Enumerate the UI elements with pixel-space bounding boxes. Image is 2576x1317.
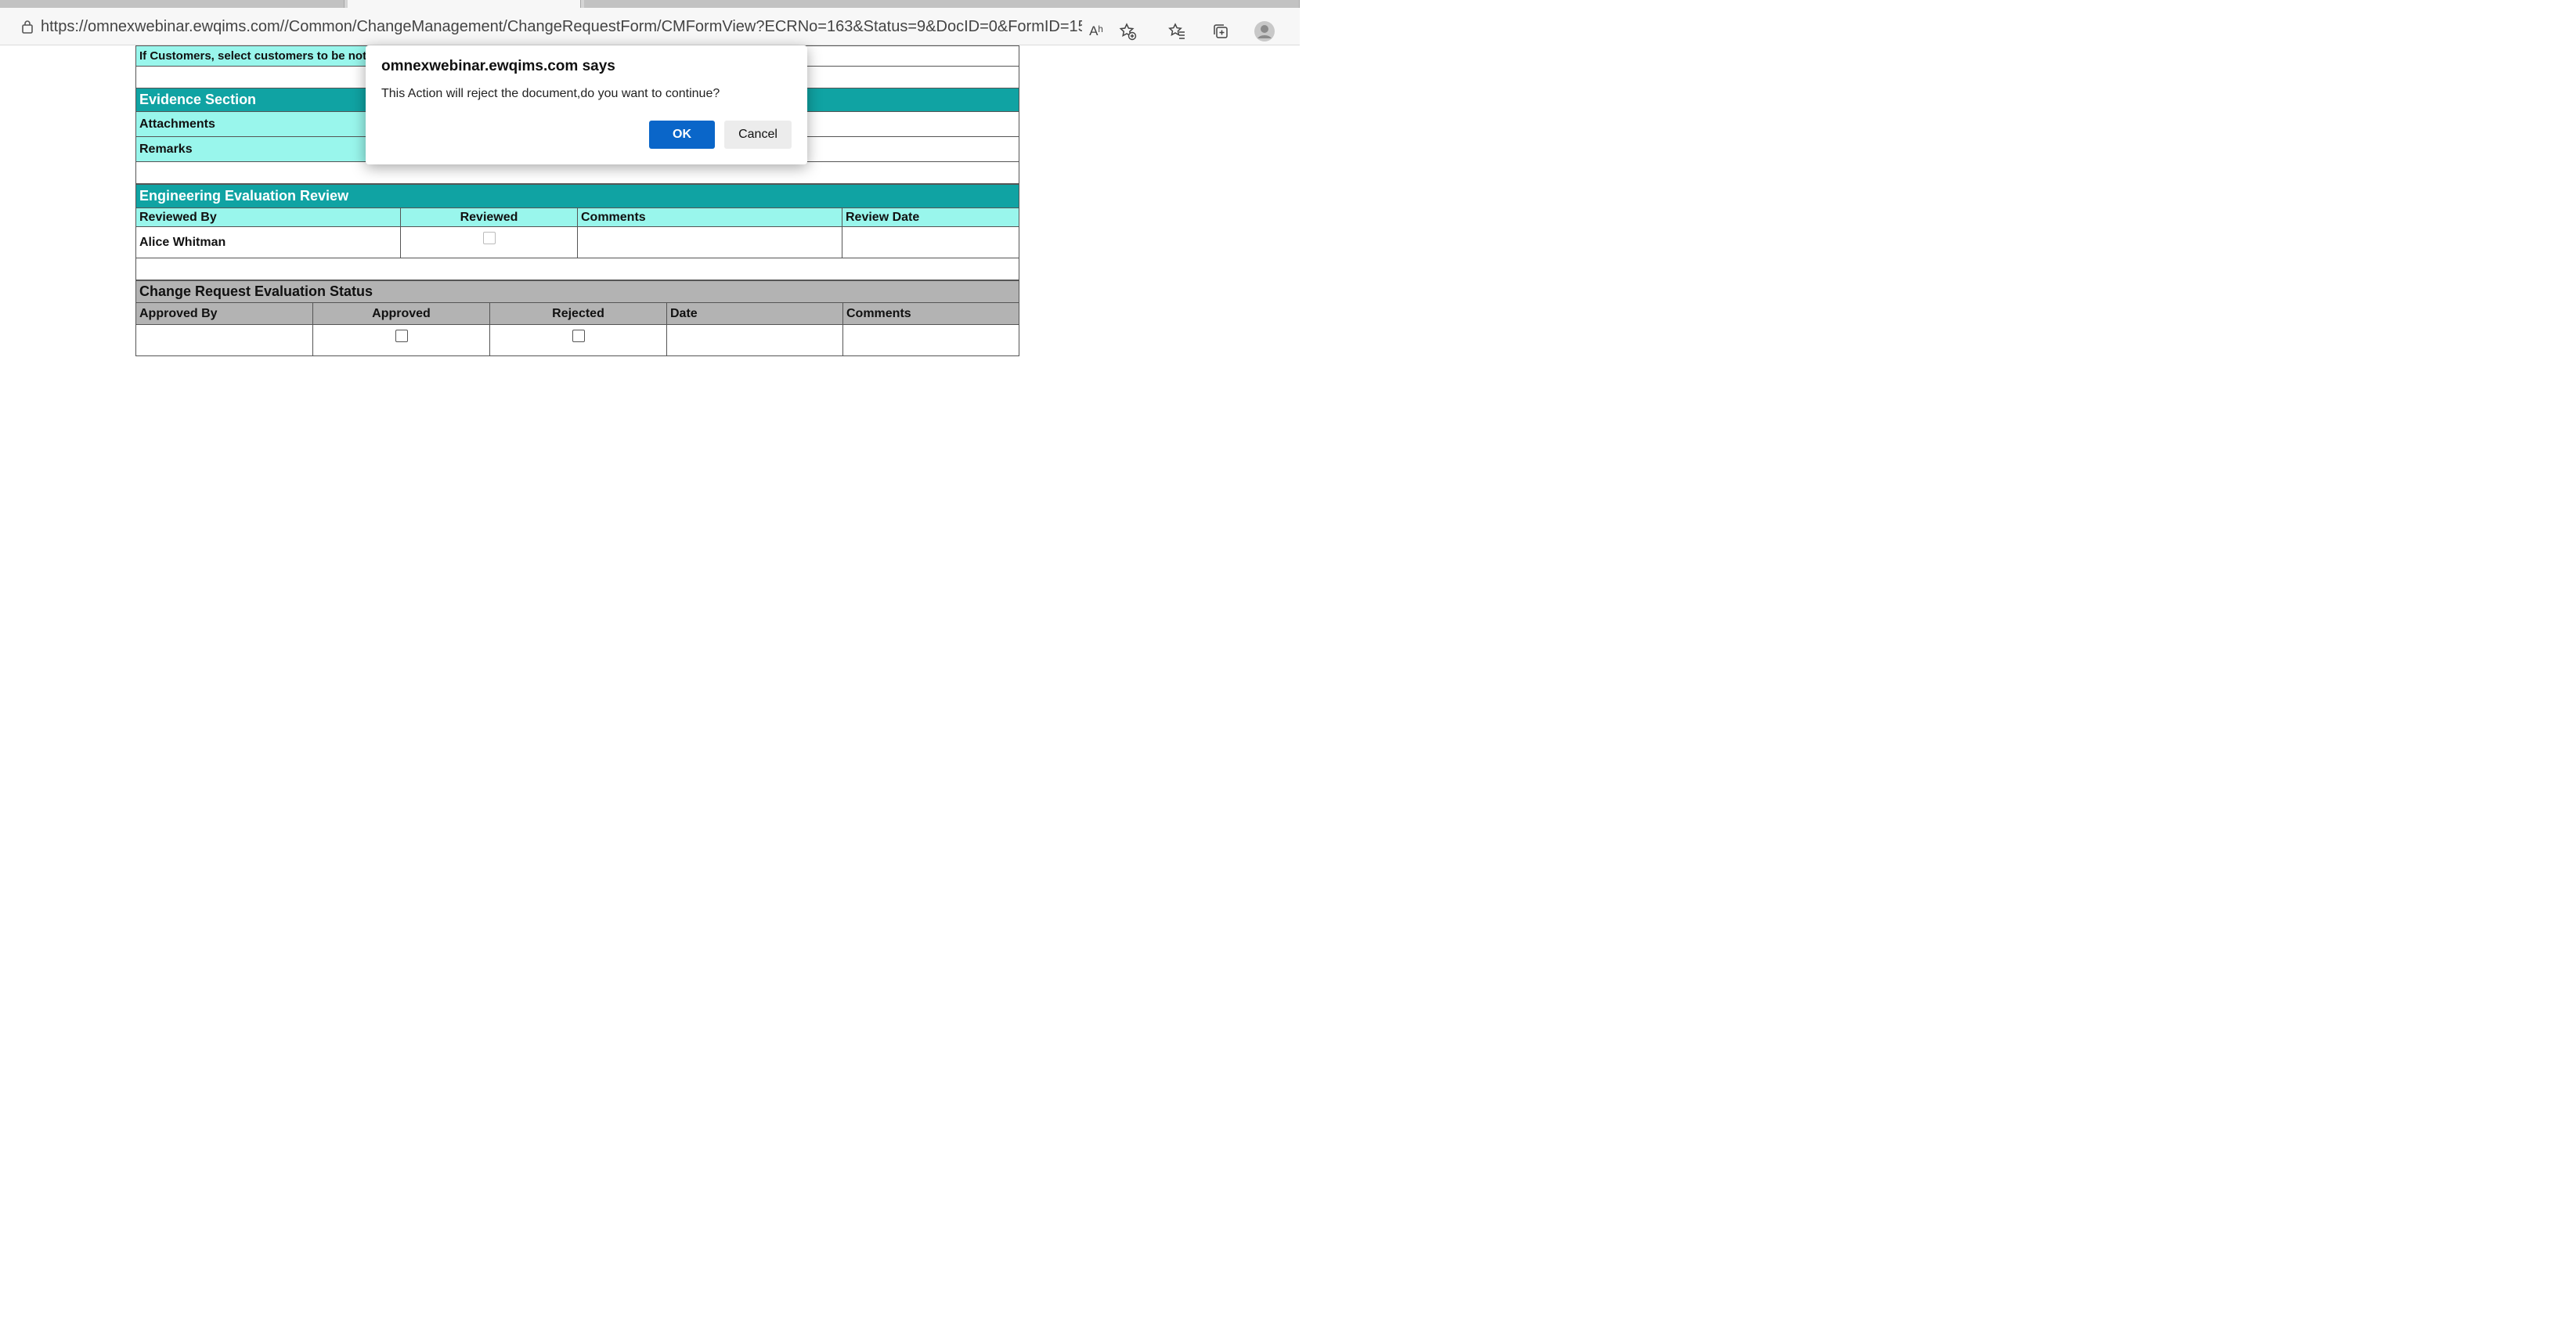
header-rejected: Rejected (489, 302, 667, 325)
engineering-review-title: Engineering Evaluation Review (135, 184, 1020, 208)
table-row: Alice Whitman (135, 226, 1020, 258)
rejected-checkbox[interactable] (572, 330, 585, 342)
confirm-dialog: omnexwebinar.ewqims.com says This Action… (366, 45, 807, 164)
header-comments: Comments (842, 302, 1020, 325)
favorites-icon[interactable] (1165, 20, 1189, 43)
header-approved-by: Approved By (135, 302, 313, 325)
url-field[interactable]: https://omnexwebinar.ewqims.com//Common/… (14, 12, 1083, 41)
browser-address-bar: https://omnexwebinar.ewqims.com//Common/… (0, 8, 1300, 45)
add-favorite-icon[interactable] (1116, 20, 1139, 43)
profile-avatar-icon[interactable] (1253, 20, 1276, 43)
header-reviewed: Reviewed (400, 207, 578, 227)
collections-icon[interactable] (1209, 20, 1232, 43)
header-date: Date (666, 302, 843, 325)
date-cell[interactable] (666, 324, 843, 356)
engineering-review-table: Engineering Evaluation Review Reviewed B… (135, 184, 1020, 280)
header-review-date: Review Date (841, 207, 1020, 227)
browser-tab-active[interactable] (348, 0, 581, 8)
browser-tab-strip (0, 0, 1300, 8)
approved-by-cell[interactable] (135, 324, 313, 356)
browser-tab[interactable] (0, 0, 345, 8)
rejected-checkbox-cell (489, 324, 667, 356)
approved-checkbox-cell (312, 324, 490, 356)
table-row (135, 324, 1020, 356)
reviewed-checkbox-cell (400, 226, 578, 258)
header-comments: Comments (577, 207, 842, 227)
evaluation-status-title: Change Request Evaluation Status (135, 280, 1020, 303)
read-aloud-icon[interactable]: Aʰ (1084, 20, 1108, 43)
reviewed-checkbox[interactable] (482, 232, 496, 244)
cancel-button[interactable]: Cancel (724, 121, 792, 149)
header-reviewed-by: Reviewed By (135, 207, 401, 227)
dialog-message: This Action will reject the document,do … (381, 87, 720, 100)
comments-cell[interactable] (842, 324, 1020, 356)
browser-tab[interactable] (584, 0, 1300, 8)
approved-checkbox[interactable] (395, 330, 408, 342)
evaluation-status-table: Change Request Evaluation Status Approve… (135, 280, 1020, 356)
reviewer-name: Alice Whitman (135, 226, 401, 258)
dialog-title: omnexwebinar.ewqims.com says (381, 58, 615, 74)
header-approved: Approved (312, 302, 490, 325)
ok-button[interactable]: OK (649, 121, 715, 149)
review-date-cell[interactable] (841, 226, 1020, 258)
url-text[interactable]: https://omnexwebinar.ewqims.com//Common/… (41, 18, 1082, 36)
lock-icon[interactable] (14, 12, 41, 41)
review-comments-cell[interactable] (577, 226, 842, 258)
spacer-row (135, 258, 1020, 280)
spacer-row (135, 161, 1019, 184)
